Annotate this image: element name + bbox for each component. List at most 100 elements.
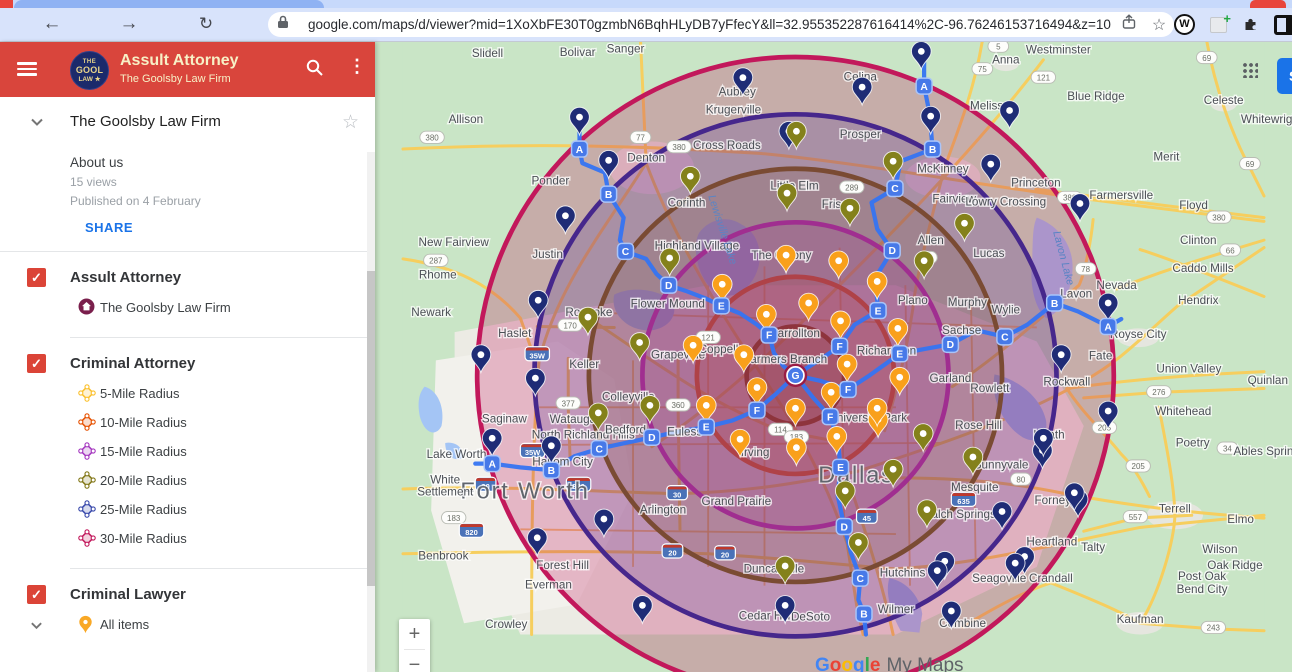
route-waypoint-A[interactable]: A — [1099, 317, 1117, 336]
layer-title[interactable]: Assult Attorney — [70, 269, 181, 286]
city-label: Flower Mound — [631, 298, 705, 311]
polygon-icon — [78, 529, 96, 552]
legend-item[interactable]: 10-Mile Radius — [0, 409, 375, 438]
city-label: Lake Worth — [427, 448, 487, 461]
url-text[interactable]: google.com/maps/d/viewer?mid=1XoXbFE30T0… — [308, 17, 1114, 32]
route-waypoint-C[interactable]: C — [851, 569, 869, 587]
route-waypoint-F[interactable]: F — [821, 407, 839, 426]
route-waypoint-E[interactable]: E — [712, 297, 731, 315]
route-waypoint-B[interactable]: B — [599, 185, 618, 203]
layer-checkbox[interactable]: ✓ — [27, 268, 46, 287]
route-waypoint-D[interactable]: D — [883, 241, 901, 260]
more-options-icon[interactable]: ⋮ — [348, 56, 366, 77]
browser-tab[interactable] — [14, 0, 324, 8]
legend-item[interactable]: All items — [0, 611, 375, 640]
map-svg[interactable]: 380 7738028938038075121696966782762052053… — [375, 42, 1292, 672]
zoom-in-button[interactable]: + — [399, 619, 430, 649]
sidebar-scrollbar[interactable] — [367, 152, 375, 672]
svg-text:E: E — [875, 306, 882, 317]
svg-text:121: 121 — [1037, 73, 1051, 82]
city-label: Garland — [930, 372, 972, 385]
city-label: Bolivar — [560, 46, 596, 59]
legend-item[interactable]: 5-Mile Radius — [0, 380, 375, 409]
address-bar[interactable]: google.com/maps/d/viewer?mid=1XoXbFE30T0… — [268, 12, 1174, 37]
share-icon[interactable] — [1114, 14, 1144, 35]
legend-item[interactable]: 25-Mile Radius — [0, 496, 375, 525]
map-name[interactable]: The Goolsby Law Firm — [70, 113, 221, 130]
map-canvas[interactable]: 380 77 380 289 380 380 75 121 69 69 66 78 276 205 205 3… — [375, 42, 1292, 672]
city-label: Lavon — [1060, 287, 1092, 300]
svg-text:G: G — [791, 371, 799, 382]
legend-item[interactable]: The Goolsby Law Firm — [0, 294, 375, 323]
forward-button[interactable]: → — [115, 11, 143, 37]
layer-checkbox[interactable]: ✓ — [27, 354, 46, 373]
city-label: Ponder — [531, 175, 569, 188]
route-waypoint-E[interactable]: E — [831, 458, 850, 477]
route-waypoint-C[interactable]: C — [616, 242, 635, 261]
city-label: Wylie — [992, 303, 1021, 316]
collapse-chevron-icon[interactable] — [30, 115, 44, 129]
city-label: Settlement — [417, 486, 474, 499]
route-waypoint-A[interactable]: A — [915, 77, 933, 95]
route-waypoint-D[interactable]: D — [659, 276, 678, 294]
svg-text:183: 183 — [447, 514, 461, 523]
favorite-star-icon[interactable]: ☆ — [342, 111, 359, 134]
layer-list: ✓ Assult Attorney The Goolsby Law Firm ✓ Cri… — [0, 252, 375, 640]
route-shield: 205 — [1091, 420, 1118, 435]
legend-item[interactable]: 20-Mile Radius — [0, 467, 375, 496]
extension-cube-icon[interactable]: + — [1210, 11, 1232, 36]
extension-w-icon[interactable]: W — [1174, 14, 1196, 36]
share-button[interactable]: SHARE — [85, 220, 375, 235]
route-waypoint-B[interactable]: B — [1045, 294, 1064, 312]
route-waypoint-F[interactable]: F — [830, 337, 849, 355]
layer-checkbox[interactable]: ✓ — [27, 585, 46, 604]
svg-text:820: 820 — [465, 528, 478, 537]
reload-button[interactable]: ↻ — [192, 11, 220, 37]
route-waypoint-C[interactable]: C — [590, 439, 608, 458]
city-label: Arlington — [640, 503, 686, 516]
route-waypoint-A[interactable]: A — [570, 140, 589, 158]
my-maps-viewer: THE GOOL LAW ★ Assult Attorney The Gools… — [0, 42, 1292, 672]
scrollbar-thumb[interactable] — [367, 271, 375, 586]
legend-item[interactable]: 30-Mile Radius — [0, 525, 375, 554]
city-label: Corinth — [668, 196, 706, 209]
route-waypoint-B[interactable]: B — [855, 605, 873, 623]
route-waypoint-F[interactable]: F — [748, 401, 766, 419]
profile-icon[interactable] — [1274, 14, 1292, 36]
layer-title[interactable]: Criminal Attorney — [70, 355, 195, 372]
bookmark-star-icon[interactable]: ☆ — [1144, 15, 1174, 35]
route-waypoint-B[interactable]: B — [923, 140, 942, 158]
city-label: Rowlett — [970, 382, 1010, 395]
legend-item[interactable]: 15-Mile Radius — [0, 438, 375, 467]
sign-in-button[interactable]: Sign in — [1277, 58, 1292, 94]
route-waypoint-E[interactable]: E — [869, 301, 887, 320]
route-shield: 77 — [629, 130, 652, 144]
back-button[interactable]: ← — [38, 11, 66, 37]
search-icon[interactable] — [305, 58, 324, 82]
interstate-shield: 20 — [714, 545, 736, 561]
svg-text:170: 170 — [563, 321, 577, 330]
route-waypoint-C[interactable]: C — [886, 179, 904, 198]
google-apps-grid-icon[interactable] — [1243, 63, 1258, 78]
svg-text:5: 5 — [996, 43, 1001, 52]
route-waypoint-E[interactable]: E — [697, 418, 715, 436]
route-waypoint-F[interactable]: F — [839, 380, 857, 399]
menu-icon[interactable] — [17, 62, 37, 76]
route-waypoint-A[interactable]: A — [483, 454, 501, 473]
city-label: Rose Hill — [955, 419, 1002, 432]
city-label: Coppell — [699, 343, 739, 356]
route-waypoint-E[interactable]: E — [890, 345, 909, 363]
chevron-down-icon[interactable] — [30, 619, 43, 637]
destination-marker[interactable]: G — [783, 363, 808, 388]
svg-text:289: 289 — [845, 183, 859, 192]
route-waypoint-B[interactable]: B — [542, 461, 561, 479]
route-waypoint-C[interactable]: C — [996, 328, 1014, 346]
layer-title[interactable]: Criminal Lawyer — [70, 586, 186, 603]
extensions-puzzle-icon[interactable] — [1242, 14, 1264, 36]
city-label: Caddo Mills — [1172, 262, 1233, 275]
route-waypoint-D[interactable]: D — [643, 428, 661, 447]
zoom-out-button[interactable]: − — [399, 650, 430, 672]
route-waypoint-D[interactable]: D — [941, 335, 960, 354]
route-waypoint-F[interactable]: F — [760, 326, 778, 344]
route-waypoint-D[interactable]: D — [835, 517, 854, 536]
